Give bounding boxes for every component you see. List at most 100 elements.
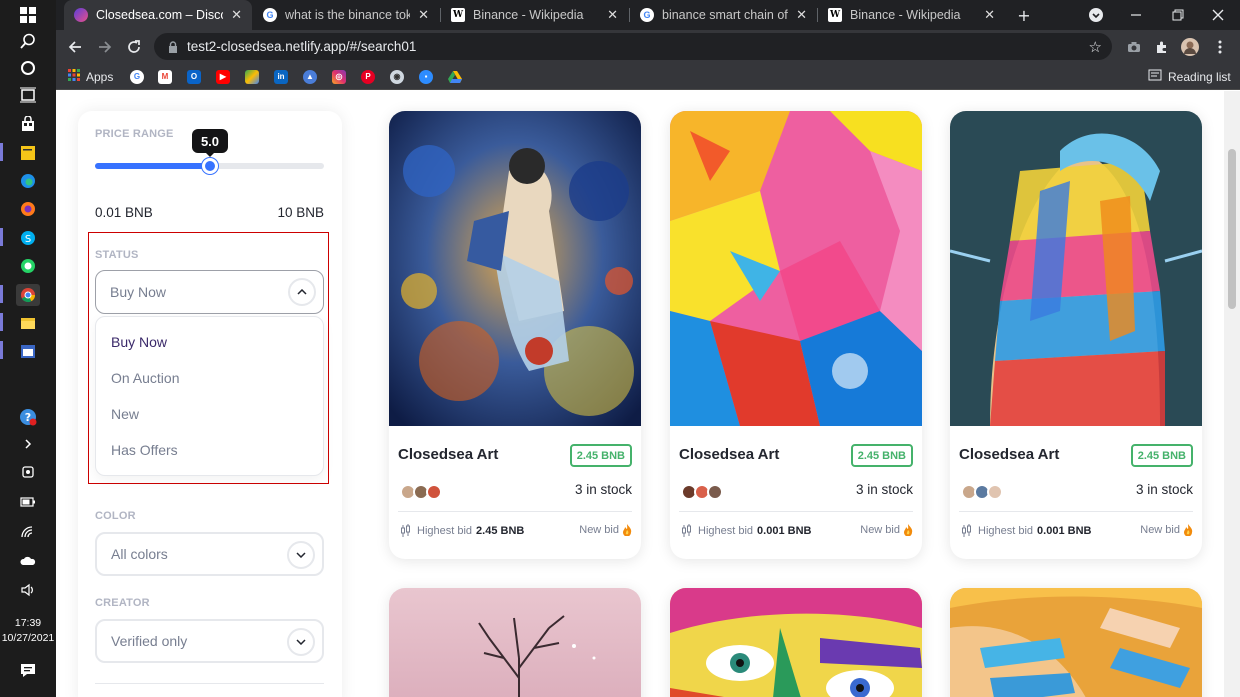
notification-center-icon[interactable]: [18, 660, 38, 680]
filter-divider: [95, 683, 324, 684]
chevron-up-icon[interactable]: [288, 278, 316, 306]
active-app-indicator: [0, 341, 3, 359]
windows-icon[interactable]: [18, 5, 38, 25]
calendar-icon[interactable]: [18, 341, 38, 361]
reload-icon[interactable]: [124, 37, 144, 57]
artwork-image[interactable]: [670, 111, 922, 426]
artwork-image[interactable]: [670, 588, 922, 697]
slider-handle[interactable]: [202, 158, 218, 174]
nft-card[interactable]: Closedsea Art 2.45 BNB 3 in stock Highes…: [389, 111, 641, 559]
edge-icon[interactable]: [18, 171, 38, 191]
firefox-icon[interactable]: [18, 199, 38, 219]
new-bid-link[interactable]: New bid: [1140, 524, 1193, 536]
browser-tab[interactable]: Closedsea.com – Discover T ✕: [64, 0, 252, 30]
close-tab-icon[interactable]: ✕: [231, 7, 242, 23]
address-bar[interactable]: test2-closedsea.netlify.app/#/search01 ☆: [154, 33, 1112, 60]
creator-dropdown[interactable]: Verified only: [95, 619, 324, 663]
outlook-icon[interactable]: O: [187, 69, 201, 84]
onedrive-icon[interactable]: [18, 551, 38, 571]
help-icon[interactable]: ?: [18, 407, 38, 427]
meet-now-icon[interactable]: [18, 462, 38, 482]
skype-icon[interactable]: S: [18, 228, 38, 248]
new-bid-link[interactable]: New bid: [579, 524, 632, 536]
artwork-image[interactable]: [389, 588, 641, 697]
avatar[interactable]: [987, 484, 1003, 500]
artwork-image[interactable]: [950, 111, 1202, 426]
lock-icon[interactable]: [168, 41, 178, 53]
instagram-icon[interactable]: ◎: [332, 69, 346, 84]
apps-bookmark[interactable]: Apps: [68, 69, 113, 84]
whatsapp-icon[interactable]: [18, 256, 38, 276]
chrome-icon[interactable]: [16, 284, 40, 306]
google-icon[interactable]: G: [130, 69, 144, 84]
wifi-icon[interactable]: [18, 522, 38, 542]
artwork-image[interactable]: [389, 111, 641, 426]
nft-card[interactable]: [389, 588, 641, 697]
task-view-icon[interactable]: [18, 85, 38, 105]
gmail-icon[interactable]: M: [158, 69, 172, 84]
back-arrow-icon[interactable]: [65, 37, 85, 57]
color-dropdown[interactable]: All colors: [95, 532, 324, 576]
minimize-icon[interactable]: [1126, 5, 1146, 25]
browser-tab[interactable]: W Binance - Wikipedia ✕: [818, 0, 1005, 30]
reading-list-bookmark[interactable]: Reading list: [1148, 69, 1231, 84]
price-range-slider[interactable]: [95, 158, 324, 174]
avatar[interactable]: [426, 484, 442, 500]
tab-search-icon[interactable]: [1086, 5, 1106, 25]
status-option-new[interactable]: New: [111, 406, 139, 422]
extensions-puzzle-icon[interactable]: [1152, 37, 1172, 57]
close-window-icon[interactable]: [1208, 5, 1228, 25]
url-text[interactable]: test2-closedsea.netlify.app/#/search01: [187, 39, 416, 54]
search-icon[interactable]: [18, 31, 38, 51]
filter-sidebar: PRICE RANGE 5.0 0.01 BNB 10 BNB STATUS B…: [78, 111, 342, 697]
more-menu-icon[interactable]: [1210, 37, 1230, 57]
candlestick-icon: [962, 524, 971, 537]
taskbar-clock[interactable]: 17:39 10/27/2021: [0, 616, 56, 646]
restore-icon[interactable]: [1168, 5, 1188, 25]
new-bid-link[interactable]: New bid: [860, 524, 913, 536]
new-tab-icon[interactable]: +: [1014, 5, 1034, 25]
chevron-right-icon[interactable]: [18, 434, 38, 454]
close-tab-icon[interactable]: ✕: [796, 7, 807, 23]
artwork-image[interactable]: [950, 588, 1202, 697]
chevron-down-icon[interactable]: [287, 541, 315, 569]
zoom-icon[interactable]: ▪: [419, 69, 433, 84]
app-icon[interactable]: ◉: [390, 69, 404, 84]
chevron-down-icon[interactable]: [287, 628, 315, 656]
page-scrollbar[interactable]: [1224, 91, 1240, 697]
youtube-icon[interactable]: ▶: [216, 69, 230, 84]
highest-bid-label: Highest bid: [978, 525, 1034, 537]
nft-card[interactable]: [670, 588, 922, 697]
close-tab-icon[interactable]: ✕: [607, 7, 618, 23]
scrollbar-thumb[interactable]: [1228, 149, 1236, 309]
linkedin-icon[interactable]: in: [274, 69, 288, 84]
pinterest-icon[interactable]: P: [361, 69, 375, 84]
bookmark-star-icon[interactable]: ☆: [1089, 38, 1102, 56]
status-option-has-offers[interactable]: Has Offers: [111, 442, 178, 458]
classroom-icon[interactable]: ▲: [303, 69, 317, 84]
browser-tab[interactable]: W Binance - Wikipedia ✕: [441, 0, 628, 30]
nft-card[interactable]: Closedsea Art 2.45 BNB 3 in stock Highes…: [950, 111, 1202, 559]
volume-icon[interactable]: [18, 580, 38, 600]
cortana-icon[interactable]: [18, 58, 38, 78]
sticky-notes-icon[interactable]: [18, 143, 38, 163]
battery-icon[interactable]: [18, 492, 38, 512]
browser-tab[interactable]: G binance smart chain officia ✕: [630, 0, 817, 30]
status-option-on-auction[interactable]: On Auction: [111, 370, 180, 386]
close-tab-icon[interactable]: ✕: [984, 7, 995, 23]
nft-card[interactable]: [950, 588, 1202, 697]
forward-arrow-icon[interactable]: [95, 37, 115, 57]
file-explorer-icon[interactable]: [18, 313, 38, 333]
maps-icon[interactable]: [245, 69, 259, 84]
status-dropdown[interactable]: Buy Now: [95, 270, 324, 314]
browser-tab[interactable]: G what is the binance token ✕: [253, 0, 439, 30]
status-option-buy-now[interactable]: Buy Now: [111, 334, 167, 350]
profile-avatar[interactable]: [1180, 37, 1200, 57]
drive-icon[interactable]: [448, 69, 462, 84]
close-tab-icon[interactable]: ✕: [418, 7, 429, 23]
avatar[interactable]: [707, 484, 723, 500]
store-icon[interactable]: [18, 114, 38, 134]
camera-extension-icon[interactable]: [1124, 37, 1144, 57]
nft-card[interactable]: Closedsea Art 2.45 BNB 3 in stock Highes…: [670, 111, 922, 559]
tab-title: Binance - Wikipedia: [473, 8, 584, 22]
